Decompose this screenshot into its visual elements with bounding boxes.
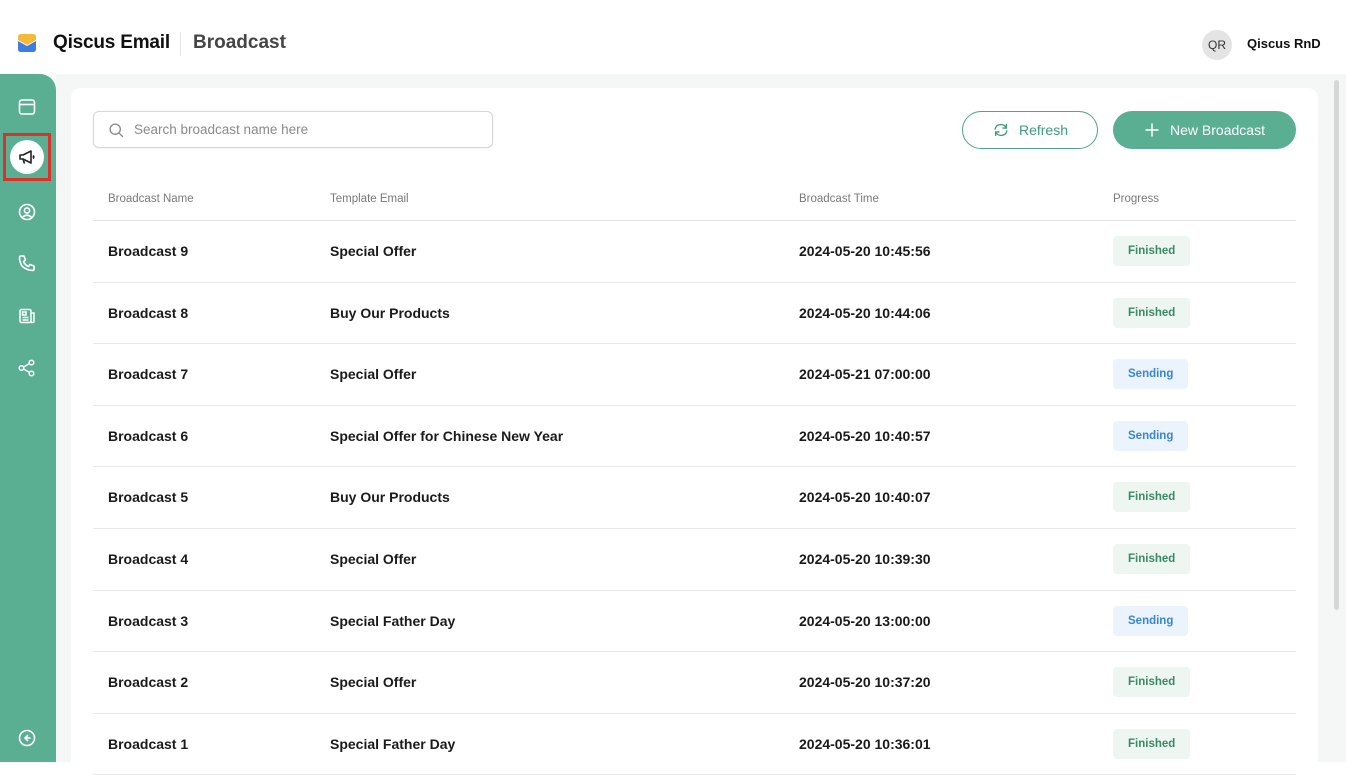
broadcast-name: Broadcast 7 (108, 366, 189, 383)
scrollbar[interactable] (1334, 80, 1339, 610)
search-input[interactable] (134, 112, 474, 147)
broadcast-time: 2024-05-20 10:37:20 (799, 674, 931, 691)
top-header: Qiscus Email Broadcast QR Qiscus RnD (0, 0, 1346, 74)
avatar[interactable]: QR (1202, 30, 1232, 60)
status-badge: Finished (1113, 728, 1191, 759)
table-body: Broadcast 9 Special Offer 2024-05-20 10:45… (93, 221, 1296, 775)
sidebar-item-inbox[interactable] (10, 90, 44, 124)
column-header-template-email[interactable]: Template Email (330, 193, 409, 205)
user-name[interactable]: Qiscus RnD (1247, 36, 1321, 51)
template-email: Special Father Day (330, 735, 456, 752)
template-email: Buy Our Products (330, 489, 450, 506)
column-header-broadcast-name[interactable]: Broadcast Name (108, 193, 194, 205)
new-broadcast-button-label: New Broadcast (1170, 122, 1265, 138)
broadcast-name: Broadcast 6 (108, 427, 189, 444)
table-row[interactable]: Broadcast 5 Buy Our Products 2024-05-20 10… (93, 467, 1296, 529)
broadcast-name: Broadcast 2 (108, 674, 189, 691)
page-title: Broadcast (193, 32, 286, 53)
status-badge: Finished (1113, 236, 1191, 266)
sidebar-item-calls[interactable] (10, 246, 44, 280)
table-header: Broadcast Name Template Email Broadcast … (93, 180, 1296, 221)
search-box[interactable] (93, 111, 493, 148)
column-header-progress[interactable]: Progress (1113, 193, 1159, 205)
newspaper-icon (19, 308, 35, 324)
refresh-button-label: Refresh (1018, 122, 1069, 138)
broadcast-name: Broadcast 4 (108, 550, 189, 567)
template-email: Special Father Day (330, 612, 456, 629)
status-badge: Finished (1113, 667, 1191, 698)
broadcast-time: 2024-05-20 10:39:30 (799, 550, 931, 567)
template-email: Special Offer for Chinese New Year (330, 427, 564, 444)
header-divider (180, 32, 181, 56)
table-row[interactable]: Broadcast 3 Special Father Day 2024-05-20 … (93, 591, 1296, 653)
window-icon (18, 99, 36, 115)
sidebar-item-templates[interactable] (10, 299, 44, 333)
broadcast-time: 2024-05-20 10:40:57 (799, 427, 931, 444)
status-badge: Finished (1113, 297, 1191, 328)
broadcast-name: Broadcast 8 (108, 304, 189, 321)
status-badge: Sending (1113, 420, 1189, 451)
broadcast-time: 2024-05-20 10:40:07 (799, 489, 931, 506)
template-email: Buy Our Products (330, 304, 450, 321)
broadcast-time: 2024-05-20 10:44:06 (799, 304, 931, 321)
broadcast-time: 2024-05-20 10:36:01 (799, 735, 931, 752)
refresh-icon (994, 123, 1008, 137)
broadcast-name: Broadcast 3 (108, 612, 189, 629)
user-circle-icon (18, 203, 36, 221)
template-email: Special Offer (330, 550, 417, 567)
share-nodes-icon (18, 359, 35, 377)
table-row[interactable]: Broadcast 6 Special Offer for Chinese New… (93, 406, 1296, 468)
sidebar-item-contacts[interactable] (10, 195, 44, 229)
plus-icon (1145, 123, 1159, 137)
table-row[interactable]: Broadcast 8 Buy Our Products 2024-05-20 10… (93, 283, 1296, 345)
table-row[interactable]: Broadcast 1 Special Father Day 2024-05-20 … (93, 714, 1296, 775)
broadcast-time: 2024-05-20 13:00:00 (799, 612, 931, 629)
broadcast-name: Broadcast 1 (108, 735, 189, 752)
status-badge: Finished (1113, 482, 1191, 513)
app-name: Qiscus Email (53, 32, 170, 53)
active-item-highlight (3, 133, 51, 181)
table-row[interactable]: Broadcast 7 Special Offer 2024-05-21 07:00… (93, 344, 1296, 406)
table-row[interactable]: Broadcast 4 Special Offer 2024-05-20 10:39… (93, 529, 1296, 591)
broadcast-name: Broadcast 9 (108, 243, 189, 259)
broadcast-table: Broadcast Name Template Email Broadcast … (93, 180, 1296, 775)
status-badge: Finished (1113, 543, 1191, 574)
broadcast-name: Broadcast 5 (108, 489, 189, 506)
broadcast-time: 2024-05-21 07:00:00 (799, 366, 931, 383)
template-email: Special Offer (330, 243, 417, 259)
template-email: Special Offer (330, 366, 417, 383)
column-header-broadcast-time[interactable]: Broadcast Time (799, 193, 879, 205)
status-badge: Sending (1113, 359, 1189, 390)
table-row[interactable]: Broadcast 2 Special Offer 2024-05-20 10:37… (93, 652, 1296, 714)
phone-icon (18, 255, 35, 272)
search-icon (109, 123, 124, 138)
template-email: Special Offer (330, 674, 417, 691)
table-row[interactable]: Broadcast 9 Special Offer 2024-05-20 10:45… (93, 221, 1296, 283)
arrow-left-circle-icon (18, 729, 36, 747)
sidebar-collapse-button[interactable] (10, 721, 44, 755)
status-badge: Sending (1113, 605, 1189, 636)
app-logo-icon (18, 34, 36, 52)
broadcast-time: 2024-05-20 10:45:56 (799, 243, 931, 259)
sidebar-item-integrations[interactable] (10, 351, 44, 385)
refresh-button[interactable]: Refresh (962, 111, 1098, 149)
new-broadcast-button[interactable]: New Broadcast (1113, 111, 1296, 149)
